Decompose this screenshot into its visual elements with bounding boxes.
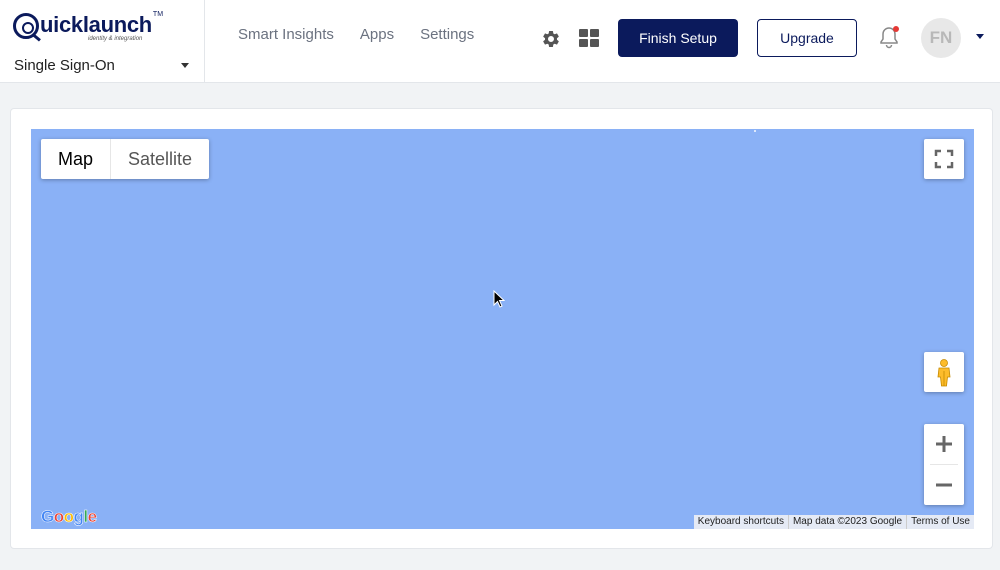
- mouse-cursor-icon: [493, 290, 505, 308]
- upgrade-button[interactable]: Upgrade: [757, 19, 857, 57]
- zoom-out-button[interactable]: [924, 465, 964, 505]
- module-selector-label: Single Sign-On: [14, 56, 115, 74]
- zoom-control: [924, 424, 964, 505]
- minus-icon: [936, 483, 952, 487]
- bell-icon[interactable]: [877, 25, 901, 51]
- account-chevron-down-icon[interactable]: [976, 34, 984, 39]
- keyboard-shortcuts-link[interactable]: Keyboard shortcuts: [693, 515, 788, 529]
- nav-settings[interactable]: Settings: [420, 26, 474, 43]
- nav-apps[interactable]: Apps: [360, 26, 394, 43]
- logo-tagline: identity & integration: [88, 36, 143, 42]
- map-data-credit: Map data ©2023 Google: [787, 515, 907, 529]
- module-selector[interactable]: Single Sign-On: [14, 55, 189, 75]
- map-type-satellite-button[interactable]: Satellite: [110, 139, 209, 179]
- chevron-down-icon: [181, 62, 189, 68]
- terms-of-use-link[interactable]: Terms of Use: [906, 515, 974, 529]
- finish-setup-button[interactable]: Finish Setup: [618, 19, 738, 57]
- brand-panel: uicklaunch TM identity & integration Sin…: [0, 0, 205, 83]
- logo-text: uicklaunch: [40, 12, 152, 37]
- zoom-in-button[interactable]: [924, 424, 964, 464]
- google-map[interactable]: Map Satellite Google Keyboard shortcuts …: [31, 129, 974, 529]
- plus-icon: [936, 436, 952, 452]
- grid-cell: [590, 39, 599, 47]
- grid-cell: [590, 29, 599, 37]
- gear-icon[interactable]: [541, 29, 561, 49]
- grid-cell: [579, 39, 588, 47]
- pegman-icon: [937, 359, 951, 387]
- fullscreen-icon: [934, 149, 954, 169]
- main-nav: Smart Insights Apps Settings: [238, 26, 500, 43]
- map-type-map-button[interactable]: Map: [41, 139, 110, 179]
- notification-dot: [893, 26, 899, 32]
- logo-q-mark: [13, 13, 39, 39]
- google-logo[interactable]: Google: [41, 507, 98, 527]
- avatar[interactable]: FN: [921, 18, 961, 58]
- nav-smart-insights[interactable]: Smart Insights: [238, 26, 334, 43]
- grid-cell: [579, 29, 588, 37]
- apps-grid-icon[interactable]: [579, 29, 599, 47]
- fullscreen-button[interactable]: [924, 139, 964, 179]
- map-type-control: Map Satellite: [41, 139, 210, 179]
- street-view-pegman-button[interactable]: [924, 352, 964, 392]
- map-attribution-bar: Keyboard shortcuts Map data ©2023 Google…: [693, 515, 974, 529]
- map-speck: [754, 130, 756, 132]
- map-card: Map Satellite Google Keyboard shortcuts …: [10, 108, 993, 549]
- top-header: uicklaunch TM identity & integration Sin…: [0, 0, 1000, 83]
- quicklaunch-logo[interactable]: uicklaunch TM: [13, 11, 163, 39]
- logo-trademark: TM: [152, 11, 164, 18]
